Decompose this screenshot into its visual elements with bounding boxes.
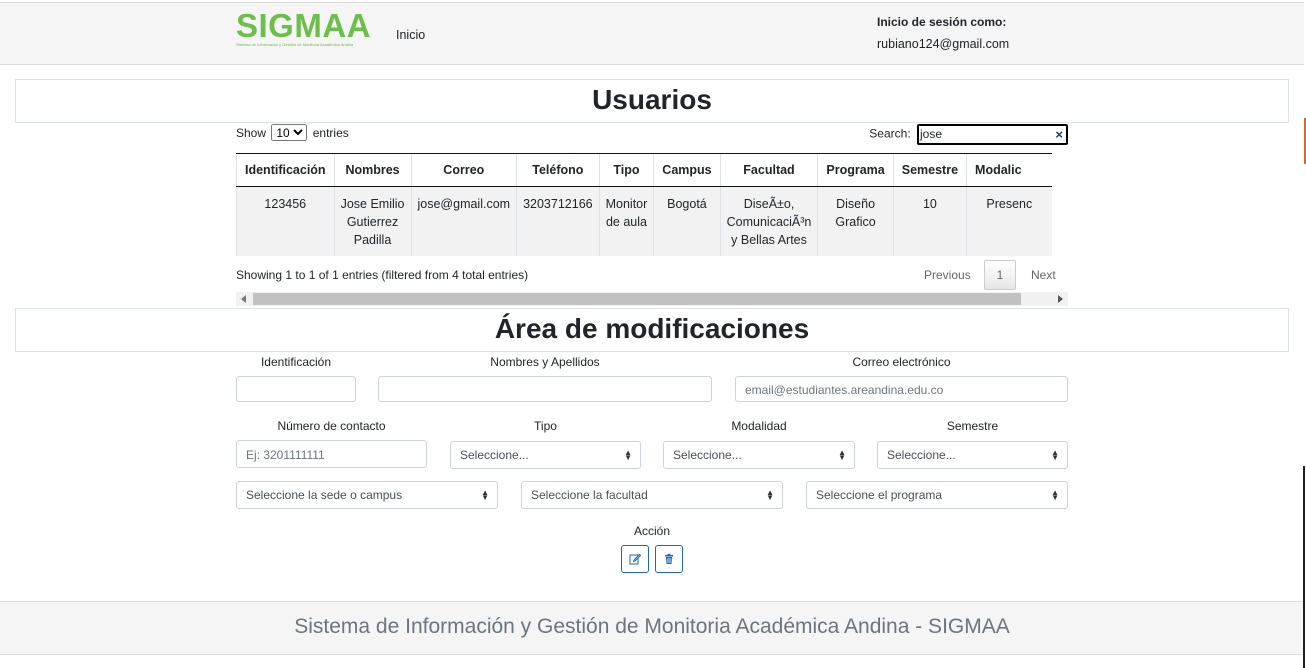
- tipo-select[interactable]: Seleccione... ▲ ▼: [450, 441, 641, 469]
- search-input[interactable]: jose ×: [917, 124, 1068, 145]
- modalidad-label: Modalidad: [731, 419, 787, 433]
- edit-button[interactable]: [621, 545, 649, 573]
- cell-identificacion: 123456: [236, 186, 335, 256]
- datatable-search: Search: jose ×: [869, 124, 1068, 145]
- pagination-previous[interactable]: Previous: [924, 260, 971, 290]
- top-navbar: SIGMAA Sistema de Información y Gestión …: [0, 2, 1304, 65]
- scrollbar-thumb[interactable]: [253, 293, 1021, 305]
- cell-semestre: 10: [892, 186, 967, 256]
- col-tipo[interactable]: Tipo: [598, 153, 654, 187]
- table-row[interactable]: 123456 Jose Emilio Gutierrez Padilla jose@…: [236, 186, 1052, 256]
- nav-link-inicio[interactable]: Inicio: [396, 28, 425, 42]
- col-correo[interactable]: Correo: [410, 153, 517, 187]
- login-label: Inicio de sesión como:: [877, 15, 1007, 29]
- programa-select[interactable]: Seleccione el programa ▲ ▼: [806, 481, 1068, 509]
- users-section-header: Usuarios: [15, 79, 1289, 123]
- facultad-select[interactable]: Seleccione la facultad ▲ ▼: [521, 481, 783, 509]
- tipo-select-value: Seleccione...: [460, 448, 529, 462]
- cell-campus: Bogotá: [653, 186, 721, 256]
- select-arrows-icon: ▲ ▼: [766, 488, 774, 502]
- edit-icon: [629, 553, 641, 565]
- pagination-next[interactable]: Next: [1031, 260, 1056, 290]
- datatable-controls: Show 10 entries Search: jose ×: [236, 124, 1068, 146]
- cell-programa: Diseño Grafico: [817, 186, 894, 256]
- page-footer: Sistema de Información y Gestión de Moni…: [0, 601, 1304, 655]
- cell-nombres: Jose Emilio Gutierrez Padilla: [333, 186, 411, 256]
- modalidad-select-value: Seleccione...: [673, 448, 742, 462]
- footer-text: Sistema de Información y Gestión de Moni…: [294, 615, 1010, 638]
- pagination-page-1[interactable]: 1: [984, 260, 1016, 290]
- table-header-row: Identificación Nombres Correo Teléfono T…: [236, 153, 1052, 187]
- modalidad-select[interactable]: Seleccione... ▲ ▼: [663, 441, 855, 469]
- contacto-label: Número de contacto: [277, 419, 386, 433]
- accion-label: Acción: [633, 524, 671, 538]
- sede-select[interactable]: Seleccione la sede o campus ▲ ▼: [236, 481, 498, 509]
- nombres-input[interactable]: [378, 376, 712, 402]
- select-arrows-icon: ▲ ▼: [1051, 448, 1059, 462]
- page-size-select[interactable]: 10: [271, 124, 308, 141]
- identificacion-input[interactable]: [236, 376, 356, 402]
- users-title: Usuarios: [592, 84, 712, 115]
- sigmaa-logo[interactable]: SIGMAA Sistema de Información y Gestión …: [236, 7, 371, 51]
- col-modalidad[interactable]: Modalic: [966, 153, 1052, 187]
- correo-label: Correo electrónico: [852, 355, 951, 369]
- logo-text: SIGMAA: [236, 7, 371, 44]
- correo-input[interactable]: email@estudiantes.areandina.edu.co: [735, 376, 1068, 402]
- contacto-input[interactable]: Ej: 3201111111: [236, 440, 427, 468]
- col-identificacion[interactable]: Identificación: [236, 153, 335, 187]
- show-label: Show: [236, 126, 267, 140]
- entries-label: entries: [312, 126, 349, 140]
- semestre-select-value: Seleccione...: [887, 448, 956, 462]
- semestre-select[interactable]: Seleccione... ▲ ▼: [877, 441, 1068, 469]
- facultad-select-value: Seleccione la facultad: [531, 488, 648, 502]
- select-arrows-icon: ▲ ▼: [624, 448, 632, 462]
- window-edge: [1303, 466, 1305, 668]
- table-info: Showing 1 to 1 of 1 entries (filtered fr…: [236, 268, 529, 282]
- col-semestre[interactable]: Semestre: [892, 153, 967, 187]
- select-arrows-icon: ▲ ▼: [1051, 488, 1059, 502]
- cell-tipo: Monitor de aula: [598, 186, 654, 256]
- scroll-left-arrow-icon[interactable]: [241, 295, 246, 303]
- cell-telefono: 3203712166: [516, 186, 600, 256]
- identificacion-label: Identificación: [260, 355, 332, 369]
- search-label: Search:: [869, 126, 911, 141]
- sede-select-value: Seleccione la sede o campus: [246, 488, 403, 502]
- col-facultad[interactable]: Facultad: [719, 153, 818, 187]
- nombres-label: Nombres y Apellidos: [490, 355, 600, 369]
- col-campus[interactable]: Campus: [653, 153, 721, 187]
- users-table-wrapper: Identificación Nombres Correo Teléfono T…: [236, 153, 1068, 256]
- select-arrows-icon: ▲ ▼: [481, 488, 489, 502]
- scroll-right-arrow-icon[interactable]: [1058, 295, 1063, 303]
- delete-button[interactable]: [655, 545, 683, 573]
- cell-facultad: DiseÃ±o, ComunicaciÃ³n y Bellas Artes: [719, 186, 818, 256]
- trash-icon: [665, 553, 673, 564]
- login-email: rubiano124@gmail.com: [877, 37, 1010, 51]
- semestre-label: Semestre: [946, 419, 999, 433]
- programa-select-value: Seleccione el programa: [816, 488, 943, 502]
- logo-subtitle: Sistema de Información y Gestión de Moni…: [236, 42, 354, 47]
- search-value: jose: [920, 127, 943, 141]
- table-horizontal-scrollbar[interactable]: [236, 292, 1068, 306]
- modifications-title: Área de modificaciones: [494, 313, 810, 344]
- col-telefono[interactable]: Teléfono: [516, 153, 600, 187]
- col-programa[interactable]: Programa: [817, 153, 894, 187]
- col-nombres[interactable]: Nombres: [333, 153, 411, 187]
- show-entries: Show 10 entries: [236, 124, 349, 141]
- select-arrows-icon: ▲ ▼: [838, 448, 846, 462]
- modifications-section-header: Área de modificaciones: [15, 308, 1289, 352]
- cell-correo: jose@gmail.com: [410, 186, 517, 256]
- cell-modalidad: Presenc: [966, 186, 1052, 256]
- users-table: Identificación Nombres Correo Teléfono T…: [236, 153, 1052, 256]
- tipo-label: Tipo: [534, 419, 557, 433]
- clear-search-icon[interactable]: ×: [1055, 126, 1063, 143]
